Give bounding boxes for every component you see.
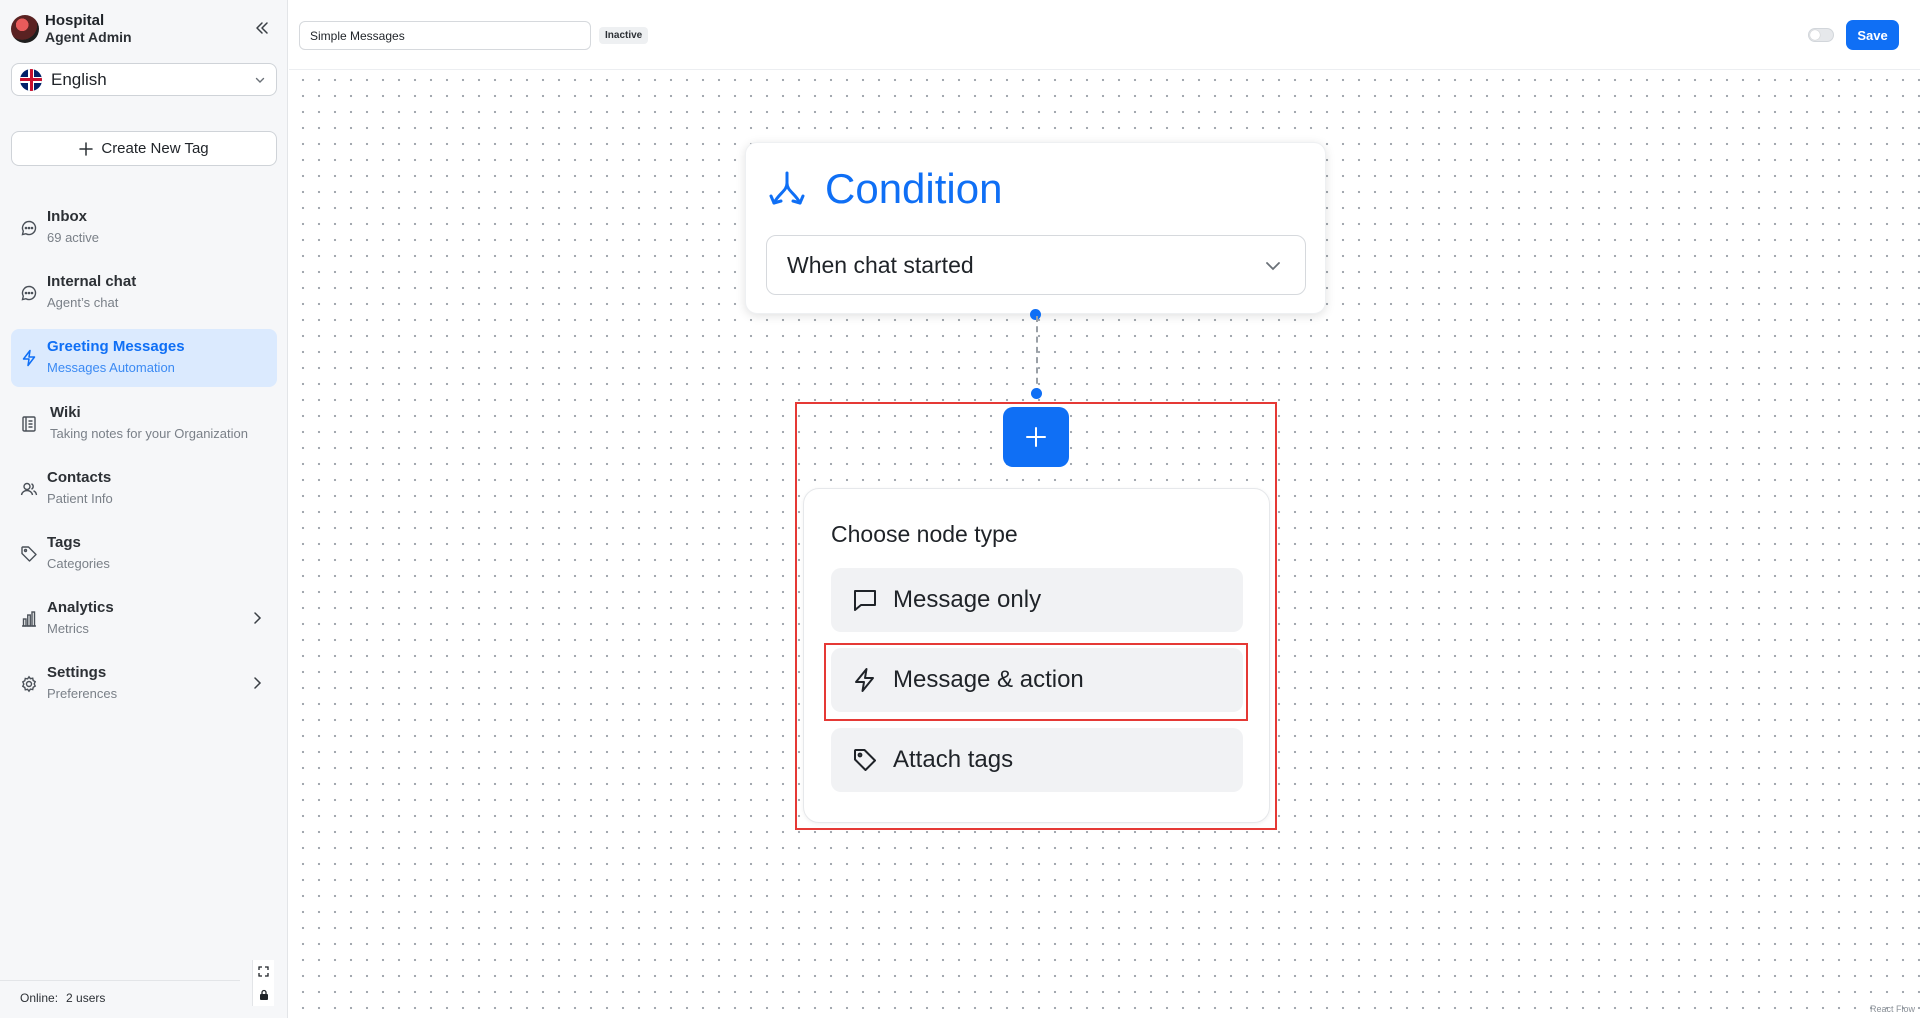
lightning-icon [22,349,36,367]
sidebar-item-title: Wiki [50,404,81,421]
online-label: Online: [20,991,59,1005]
sidebar-item-greeting-messages[interactable]: Greeting Messages Messages Automation [11,329,277,387]
sidebar-item-title: Internal chat [47,273,137,290]
option-label: Attach tags [893,746,1014,773]
sidebar-item-contacts[interactable]: Contacts Patient Info [11,460,277,518]
save-button[interactable]: Save [1846,20,1899,50]
message-square-icon [851,586,879,614]
chevrons-left-icon [256,22,268,34]
sidebar-item-internal-chat[interactable]: Internal chat Agent’s chat [11,264,277,322]
target-input-handle[interactable] [1031,388,1042,399]
tag-icon [851,746,879,774]
sidebar-item-analytics[interactable]: Analytics Metrics [11,590,277,648]
flow-name-input[interactable] [299,21,591,50]
lock-icon [259,989,268,1000]
editor-topbar: Inactive Save [289,0,1920,70]
sidebar-item-inbox[interactable]: Inbox 69 active [11,199,277,257]
plus-icon [1026,427,1046,447]
option-message-only[interactable]: Message only [831,568,1243,632]
sidebar-item-tags[interactable]: Tags Categories [11,525,277,583]
brand: Hospital Agent Admin [11,12,132,46]
trigger-select[interactable]: When chat started [766,235,1306,295]
status-badge: Inactive [599,27,649,44]
chevron-right-icon [254,677,262,689]
sidebar-item-subtitle: 69 active [47,230,100,245]
node-type-menu-title: Choose node type [831,521,1018,547]
user-role: Agent Admin [45,29,132,45]
plus-icon [79,141,94,156]
chevron-down-icon [1266,262,1280,271]
option-attach-tags[interactable]: Attach tags [831,728,1243,792]
chevron-right-icon [254,612,262,624]
react-flow-attribution[interactable]: React Flow [1870,1004,1915,1014]
sidebar: Hospital Agent Admin English Create New … [0,0,288,1018]
chat-bubble-icon [21,220,37,236]
language-select[interactable]: English [11,63,277,96]
org-name: Hospital [45,12,105,29]
language-label: English [51,69,107,89]
sidebar-item-title: Contacts [47,469,112,486]
gear-icon [21,675,37,693]
sidebar-item-subtitle: Messages Automation [47,360,175,375]
sidebar-item-settings[interactable]: Settings Preferences [11,655,277,713]
active-toggle[interactable] [1808,28,1834,42]
sidebar-item-subtitle: Preferences [47,686,118,701]
sidebar-item-subtitle: Metrics [47,621,89,636]
sidebar-item-subtitle: Agent’s chat [47,295,119,310]
create-new-tag-button[interactable]: Create New Tag [11,131,277,166]
sidebar-item-title: Tags [47,534,81,551]
sidebar-item-wiki[interactable]: Wiki Taking notes for your Organization [11,395,277,453]
online-status: Online: 2 users [0,980,240,1018]
chevron-down-icon [255,77,265,83]
condition-node[interactable]: Condition When chat started [745,142,1326,314]
collapse-sidebar-button[interactable] [252,18,272,38]
lock-button[interactable] [253,983,274,1006]
condition-title: Condition [825,165,1003,212]
uk-flag-icon [20,68,42,91]
tag-icon [21,546,37,562]
connection-edge [1036,316,1038,394]
split-arrows-icon [769,171,805,205]
sidebar-item-title: Settings [47,664,107,681]
sidebar-item-title: Analytics [47,599,114,616]
fullscreen-icon [258,966,269,977]
sidebar-item-subtitle: Categories [47,556,110,571]
sidebar-item-title: Inbox [47,208,87,225]
fit-view-button[interactable] [253,960,274,983]
canvas-controls [252,960,274,1006]
sidebar-item-title: Greeting Messages [47,338,185,355]
org-avatar [11,15,39,43]
option-label: Message only [893,586,1042,613]
add-node-button[interactable] [1003,407,1069,467]
sidebar-item-subtitle: Taking notes for your Organization [50,426,248,441]
create-new-tag-label: Create New Tag [101,140,209,157]
trigger-select-value: When chat started [787,252,974,278]
chat-bubble-icon [21,285,37,301]
notebook-icon [22,416,36,432]
sidebar-item-subtitle: Patient Info [47,491,113,506]
online-count: 2 users [66,991,106,1005]
bar-chart-icon [22,611,36,627]
option-highlight-box [824,643,1248,721]
users-icon [20,482,38,496]
